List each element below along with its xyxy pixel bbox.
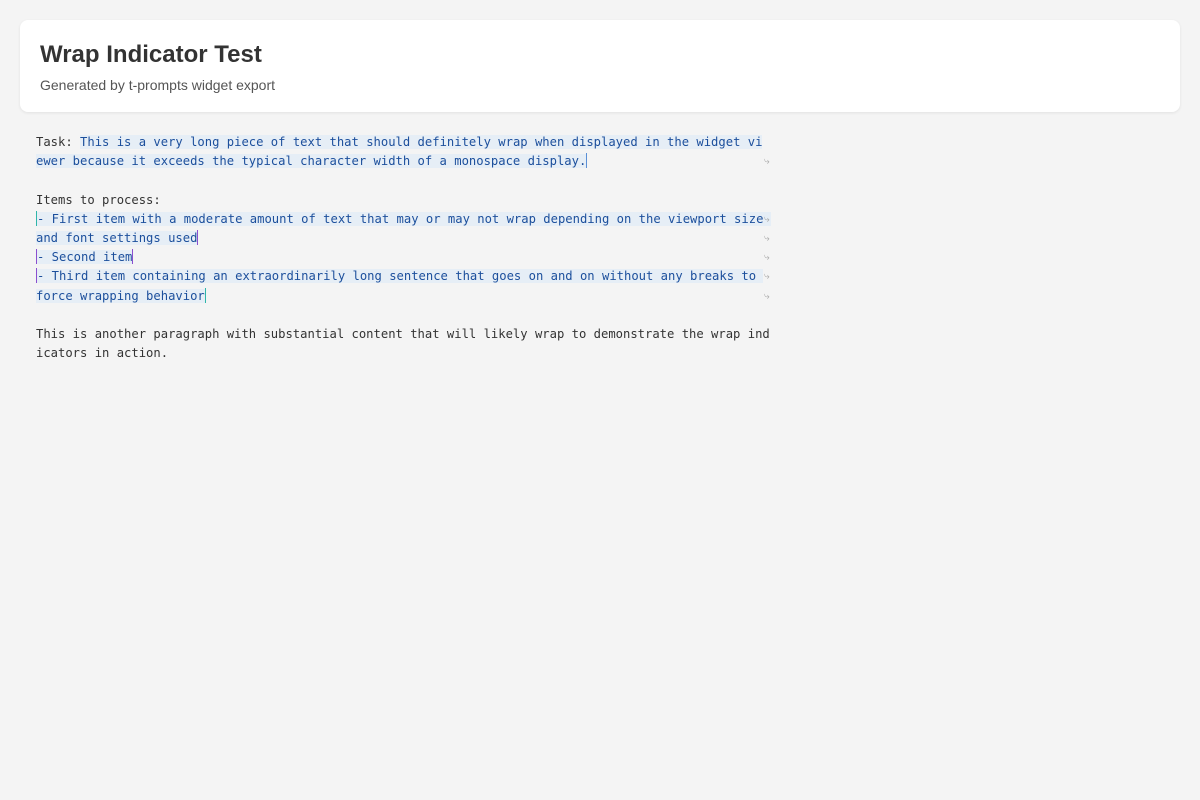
paragraph-line-2: icators in action. (36, 344, 776, 363)
task-interpolation-part-2[interactable]: ewer because it exceeds the typical char… (36, 154, 587, 169)
wrap-indicator-icon: ⤷ (764, 252, 770, 264)
item2-text[interactable]: - Second item (37, 250, 133, 265)
item3-end-marker (204, 287, 206, 303)
page-subtitle: Generated by t-prompts widget export (40, 77, 276, 93)
wrap-indicator-icon: ⤷ (764, 232, 770, 244)
item1-end-marker (197, 229, 199, 245)
wrap-indicator-icon: ⤷ (764, 213, 770, 225)
header-card: Wrap Indicator Test Generated by t-promp… (20, 20, 1180, 112)
widget-view: Task: This is a very long piece of text … (36, 133, 776, 363)
item1-text-part-2[interactable]: and font settings used (36, 230, 198, 245)
wrap-indicator-icon: ⤷ (764, 290, 770, 302)
item3-text-part-2[interactable]: force wrapping behavior (36, 288, 205, 303)
task-interpolation-part-1[interactable]: This is a very long piece of text that s… (80, 135, 763, 149)
item1-text-part-1[interactable]: - First item with a moderate amount of t… (37, 211, 771, 226)
item1-line-2: and font settings used ⤷ (36, 229, 776, 248)
wrap-indicator-icon: ⤷ (764, 271, 770, 283)
item3-line-1: - Third item containing an extraordinari… (36, 267, 776, 286)
task-line-1: Task: This is a very long piece of text … (36, 133, 776, 152)
items-heading: Items to process: (36, 192, 161, 207)
item3-text-part-1[interactable]: - Third item containing an extraordinari… (37, 269, 764, 284)
item2-line-1: - Second item ⤷ (36, 248, 776, 267)
task-line-2: ewer because it exceeds the typical char… (36, 152, 776, 171)
paragraph-text-part-2: icators in action. (36, 346, 169, 361)
item3-line-2: force wrapping behavior ⤷ (36, 287, 776, 306)
paragraph-line-1: This is another paragraph with substanti… (36, 325, 776, 344)
wrap-indicator-icon: ⤷ (764, 156, 770, 168)
paragraph-text-part-1: This is another paragraph with substanti… (36, 326, 770, 341)
item1-line-1: - First item with a moderate amount of t… (36, 210, 776, 229)
item2-end-marker (132, 249, 134, 265)
items-heading-line: Items to process: (36, 191, 776, 210)
page-title: Wrap Indicator Test (40, 41, 262, 68)
task-end-marker (586, 153, 588, 169)
task-label: Task: (36, 135, 81, 149)
